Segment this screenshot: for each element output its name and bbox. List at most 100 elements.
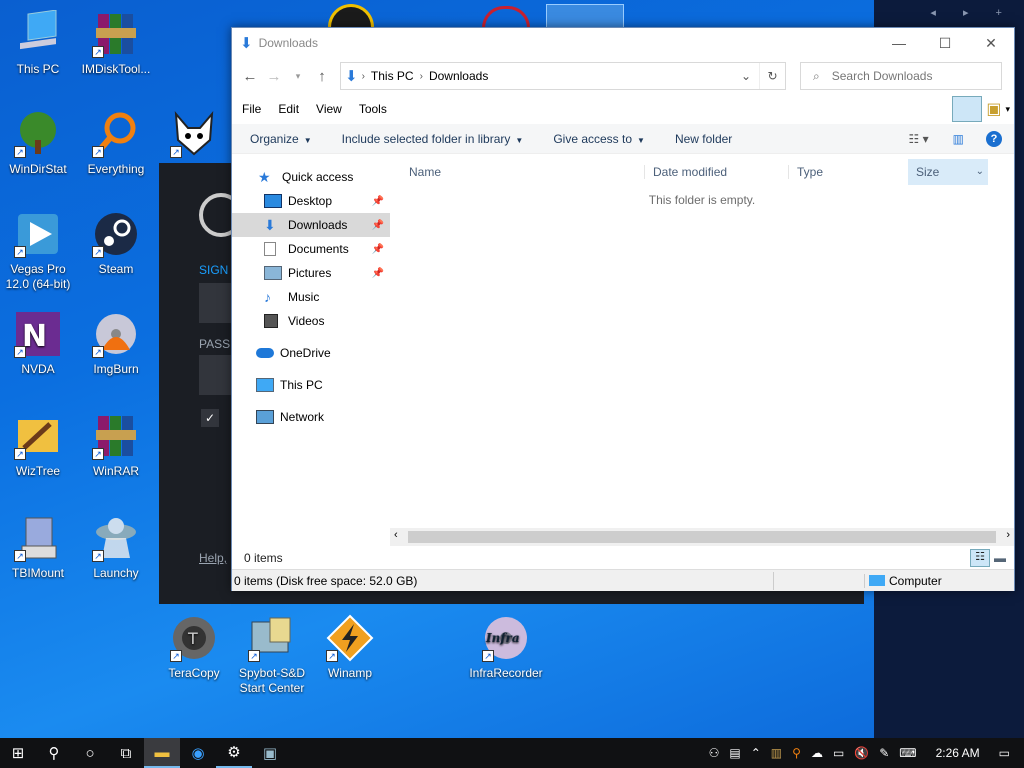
people-icon[interactable]: ⚇ [709, 746, 720, 760]
scrollbar-thumb[interactable] [408, 531, 996, 543]
network-icon[interactable]: ▭ [833, 746, 844, 760]
start-button[interactable]: ⊞ [0, 744, 36, 762]
column-date-modified[interactable]: Date modified [644, 165, 788, 179]
steam-help-link[interactable]: Help, [199, 551, 227, 565]
forward-button[interactable]: → [262, 68, 286, 85]
minimize-button[interactable]: — [876, 35, 922, 52]
menu-tools[interactable]: Tools [359, 102, 387, 116]
details-view-icon[interactable]: ☷ [970, 549, 990, 567]
scroll-left-icon[interactable]: ‹ [394, 529, 398, 541]
desktop-icon-this-pc[interactable]: This PC [0, 9, 76, 77]
organize-button[interactable]: Organize ▼ [250, 132, 312, 146]
title-bar[interactable]: ⬇ Downloads — ☐ ✕ [232, 28, 1014, 58]
breadcrumb-this-pc[interactable]: This PC [365, 69, 420, 83]
nav-item-network[interactable]: Network [232, 405, 390, 429]
address-bar[interactable]: ⬇ › This PC › Downloads ⌄ ↻ [340, 62, 786, 90]
pin-icon[interactable]: 📌 [372, 220, 384, 231]
large-icons-view-icon[interactable]: ▬ [994, 551, 1006, 565]
search-icon[interactable]: ⚲ [36, 744, 72, 762]
search-icon: ⌕ [813, 68, 820, 83]
desktop-icon-imdisktool[interactable]: ↗ IMDiskTool... [78, 10, 154, 77]
desktop-icon-windirstat[interactable]: ↗ WinDirStat [0, 110, 76, 177]
desktop-icon-infrarecorder[interactable]: Infra ↗ InfraRecorder [468, 614, 544, 681]
nav-item-onedrive[interactable]: OneDrive [232, 341, 390, 365]
include-in-library-button[interactable]: Include selected folder in library ▼ [342, 132, 524, 146]
layout-toggle-icon[interactable] [952, 96, 983, 122]
pin-icon[interactable]: 📌 [372, 244, 384, 255]
desktop-icon-everything[interactable]: ↗ Everything [78, 110, 154, 177]
column-size[interactable]: Size ⌄ [908, 159, 988, 185]
column-type[interactable]: Type [788, 165, 908, 179]
nav-item-documents[interactable]: Documents 📌 [232, 237, 390, 261]
nav-item-this-pc[interactable]: This PC [232, 373, 390, 397]
column-name[interactable]: Name [390, 165, 644, 179]
close-button[interactable]: ✕ [968, 35, 1014, 52]
show-hidden-icons[interactable]: ⌃ [751, 746, 761, 760]
desktop-icon-tbimount[interactable]: ↗ TBIMount [0, 514, 76, 581]
desktop-icon-winamp[interactable]: ↗ Winamp [312, 614, 388, 681]
nav-item-music[interactable]: ♪ Music [232, 285, 390, 309]
steam-username-field[interactable] [199, 283, 231, 323]
nav-item-downloads[interactable]: ⬇ Downloads 📌 [232, 213, 390, 237]
nav-item-quick-access[interactable]: ★ Quick access [232, 165, 390, 189]
nav-item-desktop[interactable]: Desktop 📌 [232, 189, 390, 213]
desktop-icon-wiztree[interactable]: ↗ WizTree [0, 412, 76, 479]
view-dropdown-icon[interactable]: ▾ [1005, 104, 1010, 115]
notifications-icon[interactable]: ▭ [999, 746, 1010, 760]
back-button[interactable]: ← [238, 68, 262, 85]
preview-pane-icon[interactable]: ▥ [953, 132, 964, 146]
cortana-icon[interactable]: ○ [72, 745, 108, 762]
taskbar-browser[interactable]: ◉ [180, 744, 216, 762]
partial-icon-top-1[interactable] [328, 4, 374, 28]
taskbar-spybot[interactable]: ▣ [252, 744, 288, 762]
give-access-button[interactable]: Give access to ▼ [553, 132, 645, 146]
tray-winrar-icon[interactable]: ▥ [771, 746, 782, 760]
task-view-icon[interactable]: ⧉ [108, 745, 144, 762]
volume-muted-icon[interactable]: 🔇 [854, 746, 869, 760]
news-icon[interactable]: ▤ [729, 746, 740, 760]
partial-icon-top-firefox[interactable] [546, 4, 624, 28]
breadcrumb-downloads[interactable]: Downloads [423, 69, 494, 83]
scroll-right-icon[interactable]: › [1006, 529, 1010, 541]
horizontal-scrollbar[interactable]: ‹ › [390, 528, 1014, 546]
search-box[interactable]: ⌕ Search Downloads [800, 62, 1002, 90]
menu-edit[interactable]: Edit [278, 102, 299, 116]
menu-view[interactable]: View [316, 102, 342, 116]
desktop-icon-vegas-pro[interactable]: ↗ Vegas Pro 12.0 (64-bit) [0, 210, 76, 292]
desktop-icon-winrar[interactable]: ↗ WinRAR [78, 412, 154, 479]
partial-icon-top-2[interactable] [482, 6, 530, 28]
keyboard-icon[interactable]: ⌨ [899, 746, 916, 760]
scroll-buttons[interactable]: ◂ ▸ + [930, 6, 1014, 19]
recent-dropdown-button[interactable]: ▾ [286, 71, 310, 82]
address-history-dropdown[interactable]: ⌄ [733, 63, 759, 89]
change-view-icon[interactable]: ▣ [986, 99, 1001, 119]
desktop-icon-steam[interactable]: ↗ Steam [78, 210, 154, 277]
desktop-icon-teracopy[interactable]: T ↗ TeraCopy [156, 614, 232, 681]
taskbar-file-explorer[interactable]: ▬ [144, 738, 180, 768]
pin-icon[interactable]: 📌 [372, 268, 384, 279]
up-button[interactable]: ↑ [310, 68, 334, 85]
tray-cloud-icon[interactable]: ☁ [811, 746, 823, 760]
desktop-icon-nvda[interactable]: N ↗ NVDA [0, 310, 76, 377]
breadcrumb-separator-icon[interactable]: › [358, 71, 365, 82]
desktop-icon-launchy[interactable]: ↗ Launchy [78, 514, 154, 581]
pen-icon[interactable]: ✎ [879, 746, 889, 760]
view-options-icon[interactable]: ☷ ▾ [909, 132, 929, 146]
desktop-icon-imgburn[interactable]: ↗ ImgBurn [78, 310, 154, 377]
pin-icon[interactable]: 📌 [372, 196, 384, 207]
new-folder-button[interactable]: New folder [675, 132, 732, 146]
nav-item-videos[interactable]: Videos [232, 309, 390, 333]
refresh-icon[interactable]: ↻ [759, 63, 785, 89]
taskbar-steam[interactable]: ⚙ [216, 738, 252, 768]
help-icon[interactable]: ? [986, 130, 1002, 147]
tray-everything-icon[interactable]: ⚲ [792, 746, 801, 760]
steam-remember-checkbox[interactable]: ✓ [201, 409, 219, 427]
clock[interactable]: 2:26 AM [936, 746, 980, 760]
desktop-icon-foxfox[interactable]: ↗ [156, 110, 232, 162]
desktop-icon-spybot[interactable]: ↗ Spybot-S&D Start Center [234, 614, 310, 696]
maximize-button[interactable]: ☐ [922, 35, 968, 52]
steam-password-field[interactable] [199, 355, 231, 395]
menu-file[interactable]: File [242, 102, 261, 116]
nav-item-pictures[interactable]: Pictures 📌 [232, 261, 390, 285]
column-sort-dropdown-icon[interactable]: ⌄ [976, 159, 984, 185]
